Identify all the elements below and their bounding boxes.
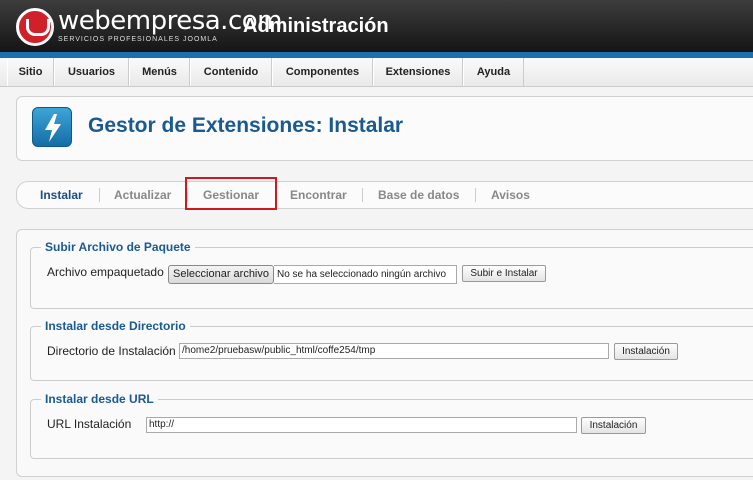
- menu-item-contenido[interactable]: Contenido: [190, 58, 272, 86]
- install-tabs: Instalar Actualizar Gestionar Encontrar …: [16, 181, 753, 209]
- webempresa-logo-icon: [16, 8, 54, 46]
- menu-item-menus[interactable]: Menús: [129, 58, 190, 86]
- directory-input[interactable]: /home2/pruebasw/public_html/coffe254/tmp: [179, 343, 609, 359]
- url-input[interactable]: http://: [146, 417, 577, 433]
- page-title: Gestor de Extensiones: Instalar: [88, 114, 404, 137]
- tab-encontrar[interactable]: Encontrar: [290, 188, 347, 202]
- lightning-icon: [32, 107, 72, 147]
- tab-divider: [362, 188, 363, 202]
- admin-page: webempresa.com SERVICIOS PROFESIONALES J…: [0, 0, 753, 480]
- upload-install-button[interactable]: Subir e Instalar: [462, 265, 546, 282]
- directory-install-button[interactable]: Instalación: [614, 343, 678, 360]
- menu-item-sitio[interactable]: Sitio: [7, 58, 54, 86]
- page-header: Gestor de Extensiones: Instalar: [16, 96, 753, 161]
- menu-item-usuarios[interactable]: Usuarios: [54, 58, 129, 86]
- logo-subtitle: SERVICIOS PROFESIONALES JOOMLA: [58, 36, 218, 43]
- gestionar-highlight: [185, 177, 277, 210]
- tab-actualizar[interactable]: Actualizar: [114, 188, 171, 202]
- install-panel: Subir Archivo de Paquete Archivo empaque…: [16, 229, 753, 477]
- url-legend: Instalar desde URL: [45, 392, 154, 406]
- file-status-text: No se ha seleccionado ningún archivo: [274, 265, 457, 284]
- tab-instalar[interactable]: Instalar: [40, 188, 83, 202]
- url-install-button[interactable]: Instalación: [581, 417, 646, 434]
- menu-item-extensiones[interactable]: Extensiones: [373, 58, 463, 86]
- header-bar: webempresa.com SERVICIOS PROFESIONALES J…: [0, 0, 753, 52]
- directory-label: Directorio de Instalación: [47, 344, 176, 358]
- tab-divider: [475, 188, 476, 202]
- url-label: URL Instalación: [47, 417, 132, 431]
- select-file-button[interactable]: Seleccionar archivo: [168, 265, 274, 284]
- package-file-label: Archivo empaquetado: [47, 265, 164, 279]
- directory-legend: Instalar desde Directorio: [45, 319, 186, 333]
- menu-item-ayuda[interactable]: Ayuda: [463, 58, 524, 86]
- menu-item-componentes[interactable]: Componentes: [272, 58, 373, 86]
- tab-divider: [99, 188, 100, 202]
- tab-avisos[interactable]: Avisos: [491, 188, 530, 202]
- main-menu: Sitio Usuarios Menús Contenido Component…: [0, 58, 753, 87]
- tab-base-de-datos[interactable]: Base de datos: [378, 188, 459, 202]
- upload-legend: Subir Archivo de Paquete: [45, 240, 191, 254]
- admin-title: Administración: [243, 15, 389, 37]
